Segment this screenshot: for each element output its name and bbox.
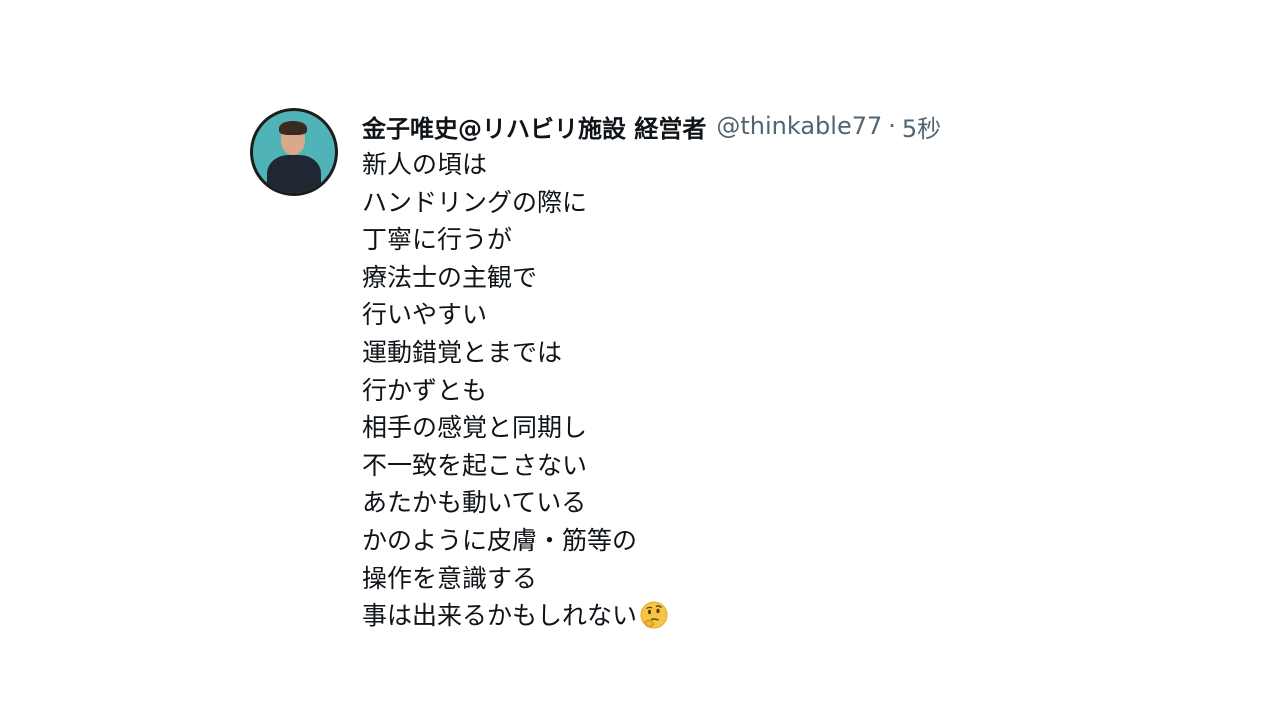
avatar-body (267, 155, 321, 193)
tweet-line: 不一致を起こさない (362, 450, 588, 480)
tweet-text: 新人の頃は ハンドリングの際に 丁寧に行うが 療法士の主観で 行いやすい 運動錯… (362, 146, 1062, 635)
user-handle[interactable]: @thinkable77 (716, 112, 882, 140)
tweet-line: かのように皮膚・筋等の (362, 525, 638, 555)
tweet-line-text: 事は出来るかもしれない (362, 601, 638, 631)
tweet-line: 運動錯覚とまでは (362, 337, 563, 367)
tweet-line-last: 事は出来るかもしれない (362, 597, 1062, 635)
thinking-face-icon (639, 600, 669, 630)
tweet-line: 行かずとも (362, 375, 488, 405)
tweet-line: 相手の感覚と同期し (362, 413, 588, 443)
tweet-header: 金子唯史@リハビリ施設 経営者 @thinkable77 · 5秒 (362, 108, 1062, 144)
separator-dot: · (888, 112, 896, 140)
tweet-line: 操作を意識する (362, 563, 538, 593)
tweet-line: 新人の頃は (362, 150, 488, 179)
avatar-photo (253, 111, 335, 193)
timestamp[interactable]: 5秒 (902, 109, 941, 144)
avatar[interactable] (250, 108, 338, 196)
avatar-hair (279, 121, 307, 135)
tweet-line: 行いやすい (362, 300, 488, 330)
tweet-line: 丁寧に行うが (362, 225, 513, 255)
tweet-line: 療法士の主観で (362, 262, 538, 292)
tweet-content: 金子唯史@リハビリ施設 経営者 @thinkable77 · 5秒 新人の頃は … (362, 108, 1062, 635)
tweet-line: あたかも動いている (362, 488, 587, 518)
tweet-line: ハンドリングの際に (362, 187, 588, 217)
display-name[interactable]: 金子唯史@リハビリ施設 経営者 (362, 109, 706, 144)
